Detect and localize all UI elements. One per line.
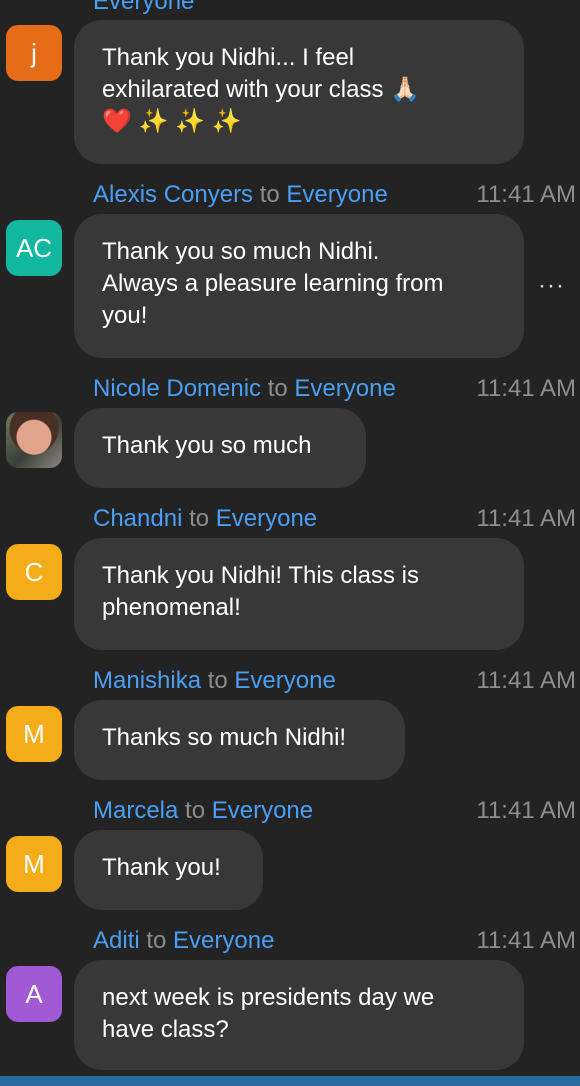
recipient-name[interactable]: Everyone — [234, 667, 335, 694]
avatar-photo[interactable] — [6, 412, 62, 468]
chat-input-top-border — [0, 1076, 580, 1086]
message-header: Chandni to Everyone — [93, 505, 317, 533]
avatar-c[interactable]: C — [6, 544, 62, 600]
message-time: 11:41 AM — [476, 927, 576, 954]
avatar-m[interactable]: M — [6, 836, 62, 892]
recipient-name[interactable]: Everyone — [173, 927, 274, 954]
avatar-initial: M — [23, 848, 45, 879]
message-header: Alexis Conyers to Everyone — [93, 181, 388, 209]
partial-recipient-label: Everyone — [93, 0, 195, 15]
to-label: to — [267, 375, 288, 402]
message-time: 11:41 AM — [476, 181, 576, 208]
message-bubble[interactable]: Thank you! — [74, 830, 263, 910]
sender-name[interactable]: Manishika — [93, 667, 201, 694]
recipient-name[interactable]: Everyone — [216, 505, 317, 532]
sender-name[interactable]: Nicole Domenic — [93, 375, 261, 402]
message-bubble[interactable]: Thank you so much Nidhi. Always a pleasu… — [74, 214, 524, 358]
avatar-j[interactable]: j — [6, 25, 62, 81]
message-bubble[interactable]: next week is presidents day we have clas… — [74, 960, 524, 1070]
message-bubble[interactable]: Thanks so much Nidhi! — [74, 700, 405, 780]
to-label: to — [207, 667, 228, 694]
avatar-initial: A — [25, 978, 43, 1009]
to-label: to — [189, 505, 210, 532]
message-time: 11:41 AM — [476, 797, 576, 824]
recipient-name[interactable]: Everyone — [286, 181, 387, 208]
to-label: to — [185, 797, 206, 824]
message-header: Marcela to Everyone — [93, 797, 313, 825]
message-text: Thank you Nidhi... I feel exhilarated wi… — [102, 44, 421, 135]
message-text: Thanks so much Nidhi! — [102, 724, 347, 751]
message-time: 11:41 AM — [476, 375, 576, 402]
avatar-initials: AC — [15, 232, 53, 263]
more-options-icon[interactable]: ··· — [538, 272, 565, 300]
sender-name[interactable]: Aditi — [93, 927, 140, 954]
avatar-initial: j — [31, 37, 37, 68]
message-text: Thank you Nidhi! This class is phenomena… — [102, 562, 420, 621]
to-label: to — [259, 181, 280, 208]
message-text: Thank you so much — [102, 432, 312, 459]
avatar-a[interactable]: A — [6, 966, 62, 1022]
message-bubble[interactable]: Thank you Nidhi... I feel exhilarated wi… — [74, 20, 524, 164]
message-text: Thank you! — [102, 854, 221, 881]
sender-name[interactable]: Alexis Conyers — [93, 181, 253, 208]
avatar-ac[interactable]: AC — [6, 220, 62, 276]
avatar-initial: C — [24, 556, 44, 587]
message-time: 11:41 AM — [476, 505, 576, 532]
sender-name[interactable]: Chandni — [93, 505, 182, 532]
message-header: Nicole Domenic to Everyone — [93, 375, 396, 403]
avatar-initial: M — [23, 718, 45, 749]
to-label: to — [146, 927, 167, 954]
recipient-name[interactable]: Everyone — [294, 375, 395, 402]
message-text: Thank you so much Nidhi. Always a pleasu… — [102, 238, 444, 329]
recipient-name[interactable]: Everyone — [212, 797, 313, 824]
avatar-m[interactable]: M — [6, 706, 62, 762]
message-header: Aditi to Everyone — [93, 927, 274, 955]
sender-name[interactable]: Marcela — [93, 797, 178, 824]
message-bubble[interactable]: Thank you so much — [74, 408, 366, 488]
message-bubble[interactable]: Thank you Nidhi! This class is phenomena… — [74, 538, 524, 650]
message-text: next week is presidents day we have clas… — [102, 984, 435, 1043]
message-header: Manishika to Everyone — [93, 667, 336, 695]
message-time: 11:41 AM — [476, 667, 576, 694]
